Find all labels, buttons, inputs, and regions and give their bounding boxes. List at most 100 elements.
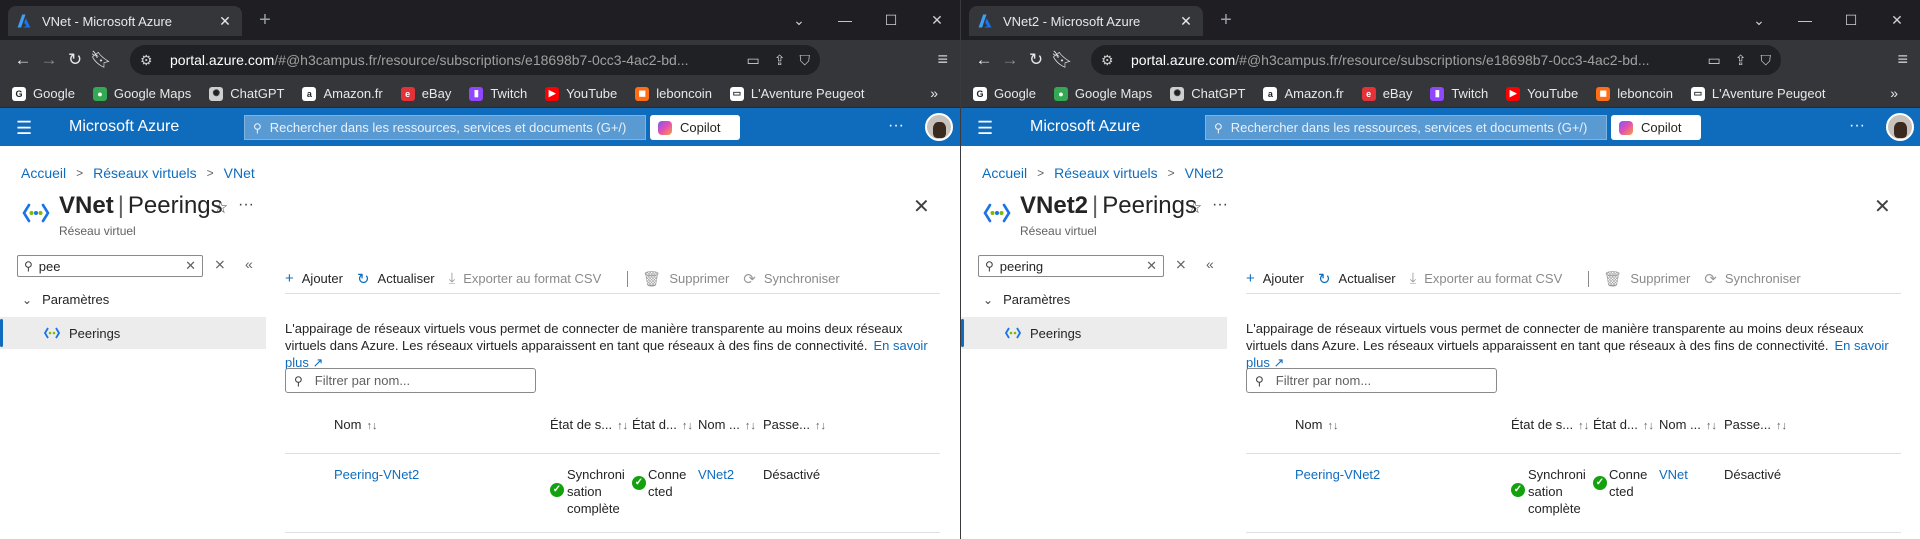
favorite-star-icon[interactable]: ☆: [1187, 198, 1202, 218]
breadcrumb-item[interactable]: Accueil: [21, 165, 66, 181]
sort-icon[interactable]: ↑↓: [682, 420, 693, 432]
bookmark-item[interactable]: a Amazon.fr: [302, 86, 383, 101]
breadcrumb-item[interactable]: VNet: [224, 165, 255, 181]
title-more-icon[interactable]: ···: [1212, 196, 1228, 214]
collapse-menu-icon[interactable]: «: [245, 256, 253, 272]
site-settings-icon[interactable]: ⚙: [140, 52, 158, 69]
sort-icon[interactable]: ↑↓: [1578, 420, 1589, 432]
close-blade-icon[interactable]: ✕: [913, 194, 930, 219]
sync-button[interactable]: ⟳ Synchroniser: [1704, 270, 1800, 288]
address-bar[interactable]: ⚙ portal.azure.com/#@h3campus.fr/resourc…: [1091, 45, 1781, 75]
close-window-icon[interactable]: ✕: [914, 12, 960, 29]
bookmark-item[interactable]: ▭ L'Aventure Peugeot: [1690, 86, 1825, 101]
copilot-button[interactable]: Copilot: [1611, 115, 1701, 140]
new-tab-button[interactable]: +: [254, 9, 276, 31]
back-icon[interactable]: ←: [971, 50, 997, 70]
portal-menu-icon[interactable]: ☰: [16, 118, 32, 139]
azure-brand[interactable]: Microsoft Azure: [1030, 118, 1140, 136]
bookmark-item[interactable]: ◼ leboncoin: [1596, 86, 1673, 101]
forward-icon[interactable]: →: [997, 50, 1023, 70]
reload-icon[interactable]: ↻: [1023, 50, 1049, 70]
bookmark-item[interactable]: G Google: [973, 86, 1036, 101]
filter-input[interactable]: ⚲ Filtrer par nom...: [1246, 368, 1497, 393]
share-icon[interactable]: ⇪: [774, 52, 786, 69]
column-header[interactable]: État de s... ↑↓: [1511, 417, 1589, 432]
menu-search-input[interactable]: ⚲ peering ✕: [978, 255, 1164, 277]
bookmark-item[interactable]: ▶ YouTube: [1506, 86, 1578, 101]
site-settings-icon[interactable]: ⚙: [1101, 52, 1119, 69]
avatar[interactable]: [925, 113, 953, 141]
breadcrumb-item[interactable]: Accueil: [982, 165, 1027, 181]
bookmark-item[interactable]: ▭ L'Aventure Peugeot: [729, 86, 864, 101]
menu-item-peerings[interactable]: Peerings: [0, 317, 266, 349]
delete-button[interactable]: 🗑︎ Supprimer: [642, 270, 729, 288]
maximize-icon[interactable]: ☐: [1828, 12, 1874, 29]
brave-shield-icon[interactable]: ⛉: [1761, 52, 1772, 69]
sort-icon[interactable]: ↑↓: [366, 420, 377, 432]
remote-vnet-link[interactable]: VNet2: [698, 467, 734, 482]
avatar[interactable]: [1886, 113, 1914, 141]
bookmark-item[interactable]: e eBay: [1361, 86, 1412, 101]
bookmark-item[interactable]: ▮ Twitch: [1430, 86, 1488, 101]
browser-tab[interactable]: VNet2 - Microsoft Azure ✕: [969, 6, 1203, 36]
bookmark-item[interactable]: ✺ ChatGPT: [1170, 86, 1245, 101]
filter-input[interactable]: ⚲ Filtrer par nom...: [285, 368, 536, 393]
expand-all-icon[interactable]: ⨯: [1175, 256, 1187, 273]
menu-group-parametres[interactable]: ⌄ Paramètres: [983, 292, 1070, 307]
tab-search-icon[interactable]: ⌄: [776, 12, 822, 29]
column-header[interactable]: État de s... ↑↓: [550, 417, 628, 432]
browser-menu-icon[interactable]: ≡: [937, 49, 948, 70]
copilot-button[interactable]: Copilot: [650, 115, 740, 140]
column-header[interactable]: Passe... ↑↓: [763, 417, 826, 432]
more-bookmarks-icon[interactable]: »: [1890, 85, 1898, 101]
sort-icon[interactable]: ↑↓: [1776, 420, 1787, 432]
peering-name-link[interactable]: Peering-VNet2: [1295, 467, 1380, 482]
minimize-icon[interactable]: —: [822, 12, 868, 28]
add-button[interactable]: + Ajouter: [1246, 270, 1304, 287]
reload-icon[interactable]: ↻: [62, 50, 88, 70]
sync-button[interactable]: ⟳ Synchroniser: [743, 270, 839, 288]
close-blade-icon[interactable]: ✕: [1874, 194, 1891, 219]
sort-icon[interactable]: ↑↓: [1643, 420, 1654, 432]
column-header[interactable]: Nom ↑↓: [1295, 417, 1338, 432]
remote-vnet-link[interactable]: VNet: [1659, 467, 1688, 482]
share-icon[interactable]: ⇪: [1735, 52, 1747, 69]
expand-all-icon[interactable]: ⨯: [214, 256, 226, 273]
export-csv-button[interactable]: ⤓ Exporter au format CSV: [1410, 270, 1563, 287]
close-tab-icon[interactable]: ✕: [216, 13, 234, 30]
bookmark-item[interactable]: G Google: [12, 86, 75, 101]
bookmark-item[interactable]: a Amazon.fr: [1263, 86, 1344, 101]
column-header[interactable]: État d... ↑↓: [1593, 417, 1654, 432]
bookmark-icon[interactable]: 🔖︎: [88, 50, 114, 70]
cast-icon[interactable]: ▭: [1708, 52, 1721, 69]
peering-name-link[interactable]: Peering-VNet2: [334, 467, 419, 482]
delete-button[interactable]: 🗑︎ Supprimer: [1603, 270, 1690, 288]
back-icon[interactable]: ←: [10, 50, 36, 70]
sort-icon[interactable]: ↑↓: [745, 420, 756, 432]
close-tab-icon[interactable]: ✕: [1177, 13, 1195, 30]
more-options-icon[interactable]: ···: [888, 117, 904, 135]
column-header[interactable]: Nom ... ↑↓: [698, 417, 756, 432]
bookmark-item[interactable]: ● Google Maps: [92, 86, 191, 101]
sort-icon[interactable]: ↑↓: [815, 420, 826, 432]
breadcrumb-item[interactable]: VNet2: [1185, 165, 1224, 181]
favorite-star-icon[interactable]: ☆: [213, 198, 228, 218]
menu-search-input[interactable]: ⚲ pee ✕: [17, 255, 203, 277]
column-header[interactable]: Nom ↑↓: [334, 417, 377, 432]
refresh-button[interactable]: ↻ Actualiser: [1318, 270, 1396, 288]
azure-brand[interactable]: Microsoft Azure: [69, 118, 179, 136]
clear-search-icon[interactable]: ✕: [185, 258, 196, 274]
forward-icon[interactable]: →: [36, 50, 62, 70]
sort-icon[interactable]: ↑↓: [1327, 420, 1338, 432]
portal-menu-icon[interactable]: ☰: [977, 118, 993, 139]
new-tab-button[interactable]: +: [1215, 9, 1237, 31]
bookmark-item[interactable]: e eBay: [400, 86, 451, 101]
cast-icon[interactable]: ▭: [747, 52, 760, 69]
bookmark-item[interactable]: ◼ leboncoin: [635, 86, 712, 101]
minimize-icon[interactable]: —: [1782, 12, 1828, 28]
title-more-icon[interactable]: ···: [238, 196, 254, 214]
add-button[interactable]: + Ajouter: [285, 270, 343, 287]
column-header[interactable]: Passe... ↑↓: [1724, 417, 1787, 432]
menu-group-parametres[interactable]: ⌄ Paramètres: [22, 292, 109, 307]
sort-icon[interactable]: ↑↓: [1706, 420, 1717, 432]
